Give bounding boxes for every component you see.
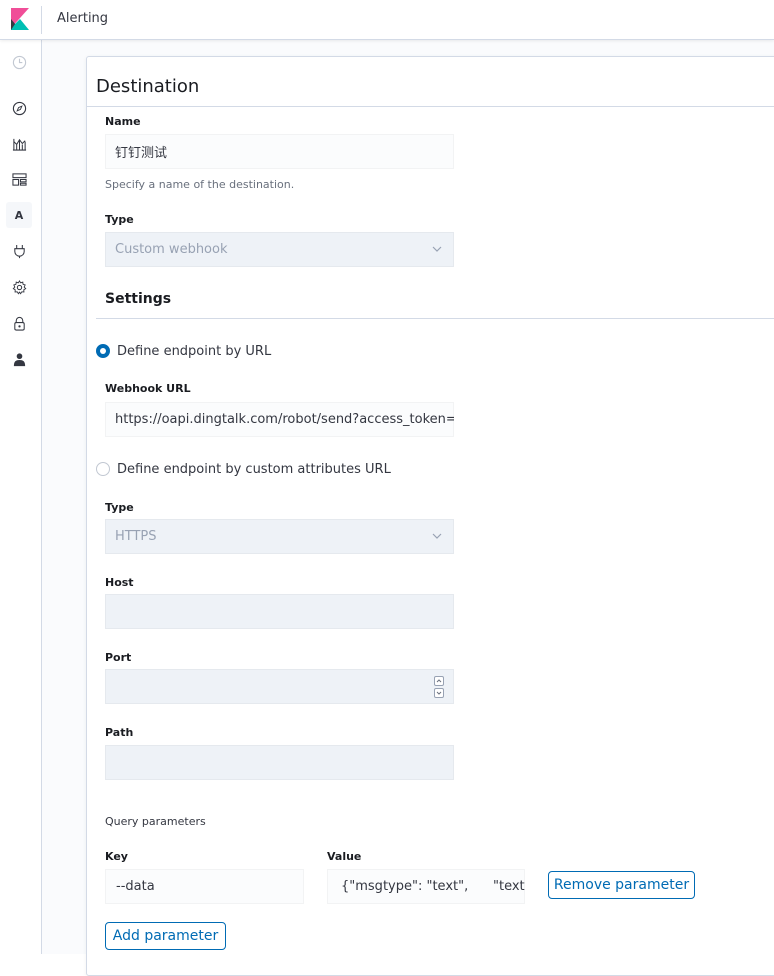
recent-icon[interactable] [8, 51, 30, 73]
top-bar: Alerting [0, 0, 774, 40]
dev-tools-icon[interactable] [8, 240, 30, 262]
custom-type-label: Type [105, 501, 134, 514]
visualize-icon[interactable] [8, 132, 30, 154]
stepper-up-icon[interactable] [434, 676, 444, 686]
remove-parameter-button[interactable]: Remove parameter [548, 871, 695, 899]
radio-define-by-url-label[interactable]: Define endpoint by URL [117, 344, 271, 359]
type-label: Type [105, 213, 134, 226]
alerting-letter: A [14, 208, 24, 222]
radio-define-by-url[interactable] [96, 344, 110, 358]
discover-icon[interactable] [8, 97, 30, 119]
port-stepper[interactable] [434, 676, 444, 698]
type-select-value: Custom webhook [115, 242, 228, 257]
user-icon[interactable] [8, 348, 30, 370]
path-label: Path [105, 726, 134, 739]
radio-define-by-custom-label[interactable]: Define endpoint by custom attributes URL [117, 462, 391, 477]
kibana-logo-icon[interactable] [11, 8, 29, 30]
type-select[interactable]: Custom webhook [105, 232, 454, 267]
port-label: Port [105, 651, 132, 664]
host-input[interactable] [105, 594, 454, 629]
value-label: Value [327, 850, 362, 863]
dashboard-icon[interactable] [8, 168, 30, 190]
destination-title: Destination [96, 76, 200, 97]
webhook-url-label: Webhook URL [105, 382, 191, 395]
value-input[interactable]: {"msgtype": "text", "text": [327, 869, 525, 904]
radio-define-by-custom[interactable] [96, 462, 110, 476]
settings-divider [96, 318, 774, 319]
side-nav: A [0, 40, 42, 954]
add-parameter-button[interactable]: Add parameter [105, 922, 226, 950]
chevron-down-icon [432, 533, 442, 539]
key-input[interactable]: --data [105, 869, 304, 904]
topbar-divider [41, 6, 42, 34]
name-help-text: Specify a name of the destination. [105, 178, 295, 191]
name-input[interactable]: 钉钉测试 [105, 134, 454, 169]
panel-title-divider [87, 106, 774, 107]
port-input[interactable] [105, 669, 454, 704]
name-label: Name [105, 115, 141, 128]
custom-type-select[interactable]: HTTPS [105, 519, 454, 554]
webhook-url-input[interactable]: https://oapi.dingtalk.com/robot/send?acc… [105, 402, 454, 437]
key-label: Key [105, 850, 128, 863]
security-icon[interactable] [8, 312, 30, 334]
settings-title: Settings [105, 291, 172, 307]
alerting-icon[interactable]: A [6, 202, 32, 228]
host-label: Host [105, 576, 134, 589]
destination-panel [86, 56, 774, 976]
page-title: Alerting [57, 11, 109, 26]
custom-type-select-value: HTTPS [115, 529, 157, 544]
path-input[interactable] [105, 745, 454, 780]
management-icon[interactable] [8, 276, 30, 298]
query-parameters-label: Query parameters [105, 815, 206, 828]
chevron-down-icon [432, 246, 442, 252]
stepper-down-icon[interactable] [434, 688, 444, 698]
